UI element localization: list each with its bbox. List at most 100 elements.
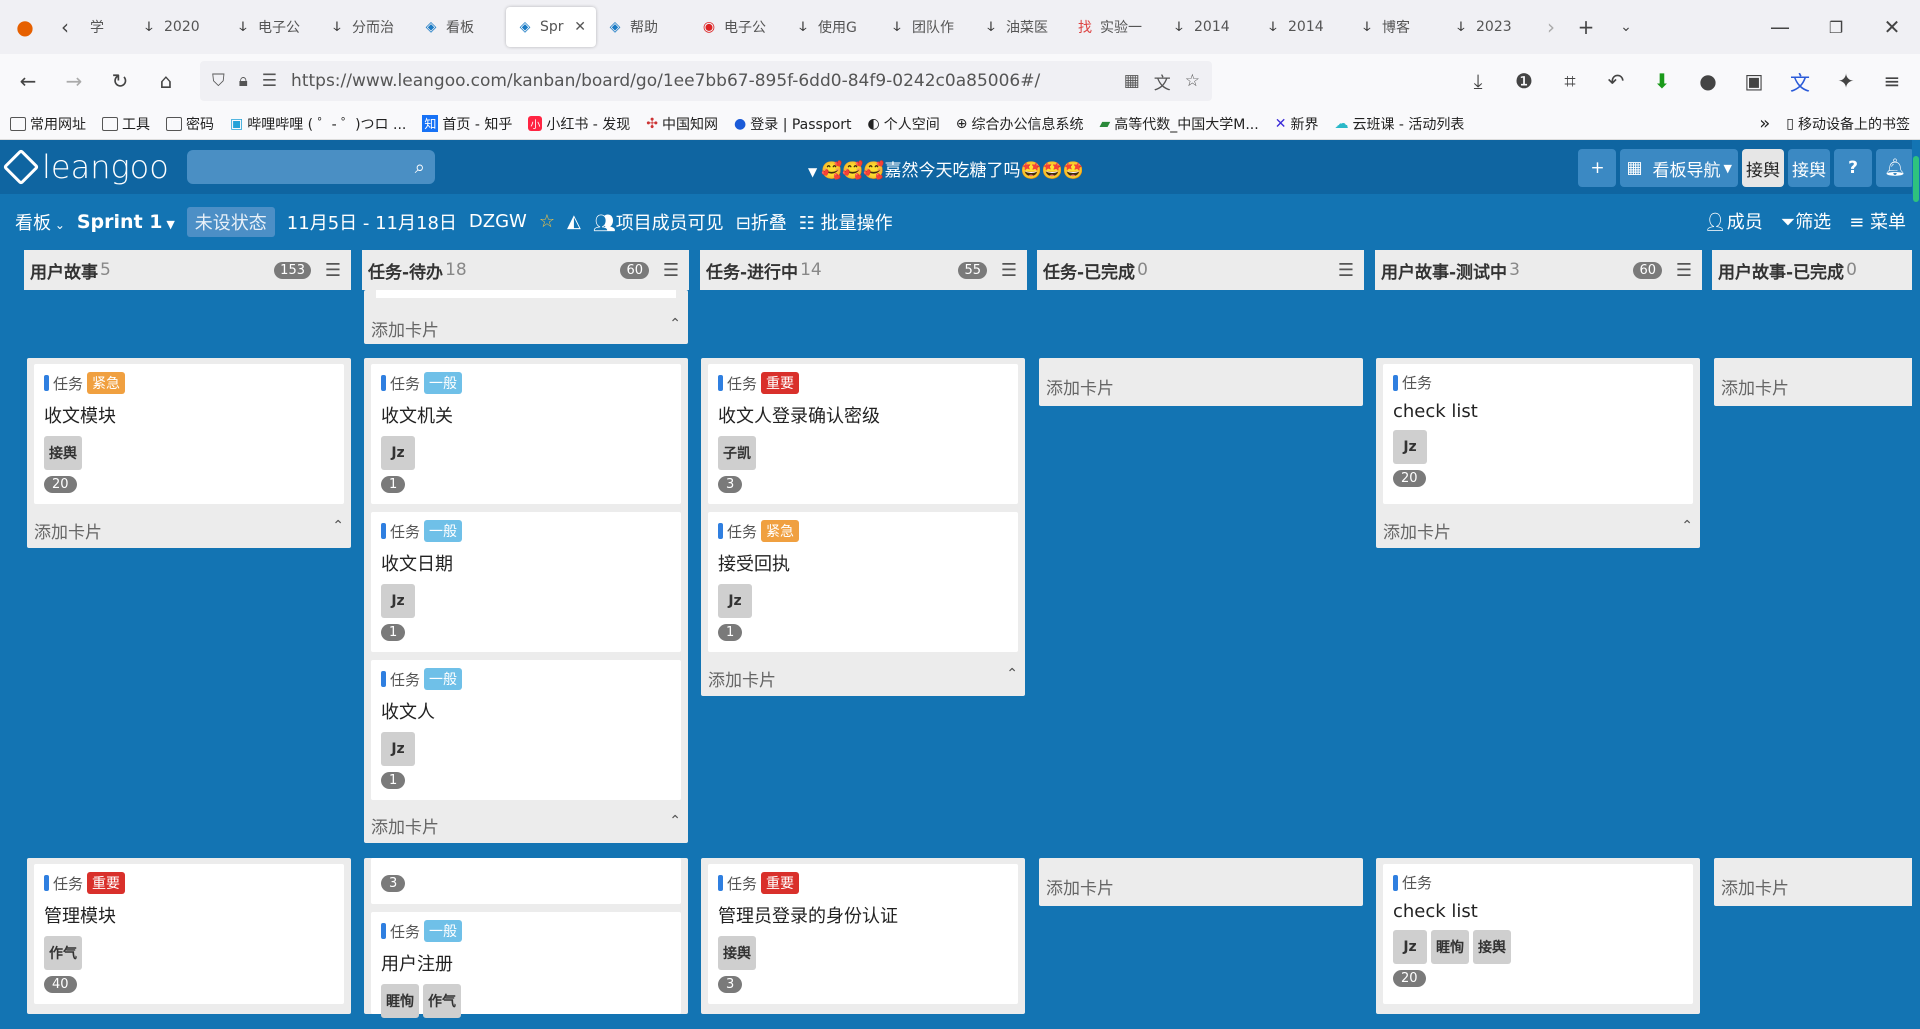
leangoo-logo[interactable]: leangoo: [2, 148, 169, 186]
tab[interactable]: ↆ 博客: [1348, 7, 1442, 47]
url-text[interactable]: https://www.leangoo.com/kanban/board/go/…: [291, 71, 1110, 91]
collapse-icon[interactable]: ⌃: [669, 813, 681, 829]
bookmark[interactable]: 知首页 - 知乎: [422, 114, 512, 134]
board-nav-button[interactable]: ▦ 看板导航 ▼: [1620, 149, 1738, 187]
undo-extension-icon[interactable]: ↶: [1596, 61, 1636, 101]
tab[interactable]: ↆ 电子公: [224, 7, 318, 47]
member-avatar[interactable]: Jz: [718, 584, 752, 618]
task-card[interactable]: 任务 一般 收文日期 Jz 1: [371, 512, 681, 652]
column-header-story-done[interactable]: 用户故事-已完成 0: [1712, 250, 1920, 290]
bell-icon[interactable]: 🔔︎: [1876, 149, 1914, 187]
task-card[interactable]: 任务 一般 用户注册 睚恂 作气: [371, 912, 681, 1018]
tab[interactable]: ↆ 2020: [130, 7, 224, 47]
filter-button[interactable]: ⏷筛选: [1781, 208, 1831, 234]
column-header-todo[interactable]: 任务-待办 18 60 ☰: [362, 250, 689, 290]
visibility-button[interactable]: 👥︎项目成员可见: [593, 209, 724, 235]
task-card[interactable]: 任务 紧急 接受回执 Jz 1: [708, 512, 1018, 652]
minimize-icon[interactable]: —: [1752, 7, 1808, 47]
tab[interactable]: ↆ 油菜医: [972, 7, 1066, 47]
tab[interactable]: ◈ 帮助: [596, 7, 690, 47]
task-card[interactable]: 任务 check list Jz 睚恂 接舆 20: [1383, 864, 1693, 1004]
add-card-button[interactable]: 添加卡片 ⌃: [371, 813, 681, 838]
translate-icon[interactable]: 文: [1154, 69, 1171, 94]
member-avatar[interactable]: 睚恂: [1431, 930, 1469, 964]
column-menu-icon[interactable]: ☰: [1338, 260, 1354, 281]
bookmark-folder[interactable]: 密码: [166, 114, 214, 134]
member-avatar[interactable]: 接舆: [1473, 930, 1511, 964]
extension-icon[interactable]: ●: [1688, 61, 1728, 101]
add-card-button[interactable]: 添加卡片: [1721, 374, 1911, 399]
collapse-icon[interactable]: ⌃: [1006, 666, 1018, 682]
bookmark[interactable]: ✕ 新界: [1275, 114, 1319, 134]
tab[interactable]: ↆ 2023: [1442, 7, 1536, 47]
add-card-button[interactable]: 添加卡片: [1046, 374, 1352, 399]
search-input[interactable]: ⌕: [186, 150, 435, 184]
column-menu-icon[interactable]: ☰: [663, 260, 679, 281]
help-button[interactable]: ?: [1834, 149, 1872, 187]
task-card[interactable]: 任务 重要 收文人登录确认密级 子凯 3: [708, 364, 1018, 504]
batch-button[interactable]: ☷ 批量操作: [799, 209, 893, 235]
firefox-icon[interactable]: ●: [0, 7, 50, 47]
task-card[interactable]: 任务 check list Jz 20: [1383, 364, 1693, 504]
shield-icon[interactable]: ⛉: [212, 71, 225, 91]
user-name-button[interactable]: 接舆: [1788, 149, 1830, 187]
reload-icon[interactable]: ↻: [100, 61, 140, 101]
member-avatar[interactable]: Jz: [1393, 930, 1427, 964]
member-avatar[interactable]: 作气: [44, 936, 82, 970]
tab-scroll-right-icon[interactable]: ›: [1536, 7, 1566, 47]
bookmark[interactable]: ☁ 云班课 - 活动列表: [1334, 114, 1464, 134]
tab[interactable]: ↆ 2014: [1160, 7, 1254, 47]
task-card[interactable]: 任务 重要 管理模块 作气 40: [34, 864, 344, 1004]
bookmark[interactable]: ▣ 哔哩哔哩 ( ゜- ゜)つロ ...: [230, 114, 406, 134]
board-title[interactable]: ▼ 🥰🥰🥰嘉然今天吃糖了吗🤩🤩🤩: [808, 156, 1084, 181]
sprint-state-badge[interactable]: 未设状态: [186, 206, 275, 237]
url-bar[interactable]: ⛉ 🔒︎ ☰ https://www.leangoo.com/kanban/bo…: [200, 61, 1212, 101]
bookmark-star-icon[interactable]: ☆: [1185, 71, 1200, 91]
search-icon[interactable]: ⌕: [415, 157, 425, 178]
column-menu-icon[interactable]: ☰: [1676, 260, 1692, 281]
column-menu-icon[interactable]: ☰: [325, 260, 341, 281]
container-extension-icon[interactable]: ▣: [1734, 61, 1774, 101]
bookmark[interactable]: ◐ 个人空间: [868, 114, 940, 134]
task-card[interactable]: 3: [371, 858, 681, 904]
qr-code-icon[interactable]: ▦: [1124, 71, 1140, 91]
tab-active[interactable]: ◈ Spr ✕: [506, 7, 596, 47]
fold-button[interactable]: ⊟折叠: [736, 209, 787, 235]
tab[interactable]: ◈ 看板: [412, 7, 506, 47]
column-header-in-progress[interactable]: 任务-进行中 14 55 ☰: [700, 250, 1027, 290]
bookmark[interactable]: 小小红书 - 发现: [528, 114, 630, 134]
task-card[interactable]: 任务 紧急 收文模块 接舆 20: [34, 364, 344, 504]
member-avatar[interactable]: 睚恂: [381, 984, 419, 1018]
crop-extension-icon[interactable]: ⌗: [1550, 61, 1590, 101]
scrollbar-thumb[interactable]: [1913, 156, 1919, 202]
vertical-scrollbar[interactable]: [1912, 140, 1920, 1029]
permissions-icon[interactable]: ☰: [262, 71, 277, 91]
tab-list-icon[interactable]: ⌄: [1606, 7, 1646, 47]
home-icon[interactable]: ⌂: [146, 61, 186, 101]
chart-icon[interactable]: ◭: [567, 211, 581, 232]
sprint-dates[interactable]: 11月5日 - 11月18日: [287, 209, 457, 235]
add-card-button[interactable]: 添加卡片 ⌃: [1383, 518, 1693, 543]
bookmark[interactable]: ⊕ 综合办公信息系统: [956, 114, 1084, 134]
bookmark[interactable]: ● 登录 | Passport: [734, 114, 852, 134]
download-extension-icon[interactable]: ⬇: [1642, 61, 1682, 101]
tab[interactable]: 学: [80, 7, 130, 47]
add-button[interactable]: +: [1578, 149, 1617, 187]
bookmark-folder[interactable]: 工具: [102, 114, 150, 134]
extensions-icon[interactable]: ✦: [1826, 61, 1866, 101]
menu-button[interactable]: ≡ 菜单: [1849, 208, 1906, 234]
task-card[interactable]: 任务 一般 收文人 Jz 1: [371, 660, 681, 800]
tab[interactable]: ↆ 分而治: [318, 7, 412, 47]
task-card[interactable]: 任务 一般 收文机关 Jz 1: [371, 364, 681, 504]
bookmark[interactable]: ▰ 高等代数_中国大学M...: [1100, 114, 1259, 134]
add-card-button[interactable]: 添加卡片: [1046, 874, 1352, 899]
member-avatar[interactable]: 作气: [423, 984, 461, 1018]
add-card-button[interactable]: 添加卡片 ⌃: [371, 316, 681, 341]
bookmark-folder[interactable]: 常用网址: [10, 114, 86, 134]
back-icon[interactable]: ←: [8, 61, 48, 101]
tab[interactable]: ↆ 使用G: [784, 7, 878, 47]
member-avatar[interactable]: Jz: [381, 436, 415, 470]
mobile-bookmarks[interactable]: ▯ 移动设备上的书签: [1786, 114, 1910, 134]
close-tab-icon[interactable]: ✕: [574, 19, 586, 35]
column-header-user-stories[interactable]: 用户故事 5 153 ☰: [24, 250, 351, 290]
